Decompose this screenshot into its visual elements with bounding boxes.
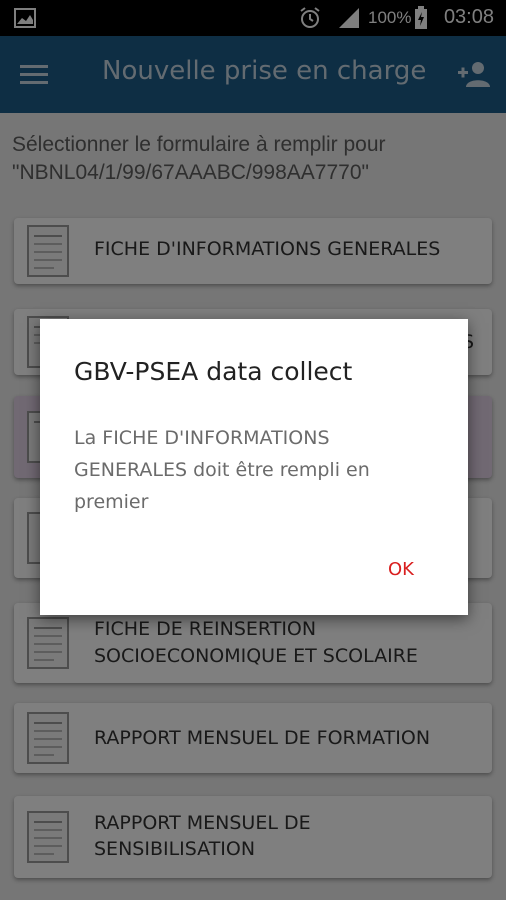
dialog-message: La FICHE D'INFORMATIONS GENERALES doit ê… (74, 427, 370, 513)
ok-button[interactable]: OK (388, 559, 414, 580)
dialog-title: GBV-PSEA data collect (74, 357, 353, 386)
alert-dialog: GBV-PSEA data collect La FICHE D'INFORMA… (40, 319, 468, 615)
